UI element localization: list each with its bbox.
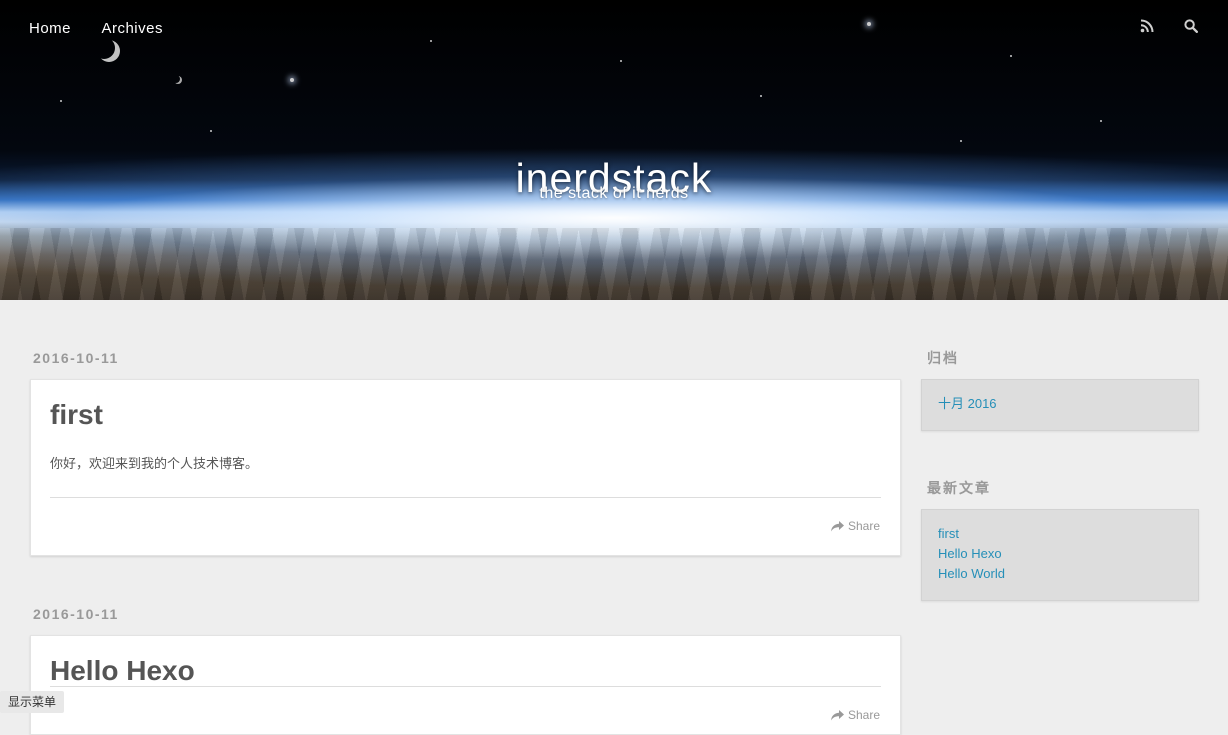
recent-posts-widget-title: 最新文章 bbox=[927, 480, 991, 496]
archives-widget: 十月 2016 bbox=[921, 379, 1199, 431]
recent-posts-widget: first Hello Hexo Hello World bbox=[921, 509, 1199, 601]
share-icon bbox=[830, 521, 844, 532]
post-date[interactable]: 2016-10-11 bbox=[33, 606, 119, 622]
share-label: Share bbox=[847, 519, 880, 533]
star bbox=[210, 130, 212, 132]
post-title[interactable]: Hello Hexo bbox=[50, 655, 195, 687]
archives-widget-title: 归档 bbox=[927, 350, 959, 366]
star bbox=[430, 40, 432, 42]
star bbox=[60, 100, 62, 102]
share-button[interactable]: Share bbox=[830, 708, 880, 722]
search-icon[interactable] bbox=[1184, 18, 1200, 36]
star bbox=[1100, 120, 1102, 122]
show-menu-button[interactable]: 显示菜单 bbox=[0, 691, 65, 713]
earth-clouds bbox=[0, 228, 1228, 300]
nav-archives-link[interactable]: Archives bbox=[101, 20, 163, 38]
share-button[interactable]: Share bbox=[830, 519, 880, 533]
post-divider bbox=[50, 497, 881, 498]
nav-home-link[interactable]: Home bbox=[29, 20, 71, 38]
star bbox=[1010, 55, 1012, 57]
recent-post-link[interactable]: Hello Hexo bbox=[938, 544, 1182, 564]
site-subtitle: the stack of it nerds bbox=[539, 185, 689, 202]
post-title[interactable]: first bbox=[50, 399, 103, 431]
post-card: Hello Hexo Share bbox=[30, 635, 901, 735]
rss-icon[interactable] bbox=[1140, 18, 1156, 36]
post-date[interactable]: 2016-10-11 bbox=[33, 350, 119, 366]
moon bbox=[98, 40, 120, 62]
main-nav: Home Archives bbox=[29, 20, 189, 40]
moon bbox=[174, 76, 182, 84]
nav-icons bbox=[1116, 18, 1200, 38]
star bbox=[290, 78, 294, 82]
post-divider bbox=[50, 686, 881, 687]
share-label: Share bbox=[847, 708, 880, 722]
recent-post-link[interactable]: first bbox=[938, 524, 1182, 544]
star bbox=[620, 60, 622, 62]
star bbox=[760, 95, 762, 97]
star bbox=[867, 22, 871, 26]
share-icon bbox=[830, 710, 844, 721]
star bbox=[960, 140, 962, 142]
post-excerpt: 你好，欢迎来到我的个人技术博客。 bbox=[50, 456, 259, 471]
archive-link[interactable]: 十月 2016 bbox=[938, 394, 1182, 414]
header-banner: Home Archives inerdstack the stack of it… bbox=[0, 0, 1228, 300]
recent-post-link[interactable]: Hello World bbox=[938, 564, 1182, 584]
post-card: first 你好，欢迎来到我的个人技术博客。 Share bbox=[30, 379, 901, 556]
